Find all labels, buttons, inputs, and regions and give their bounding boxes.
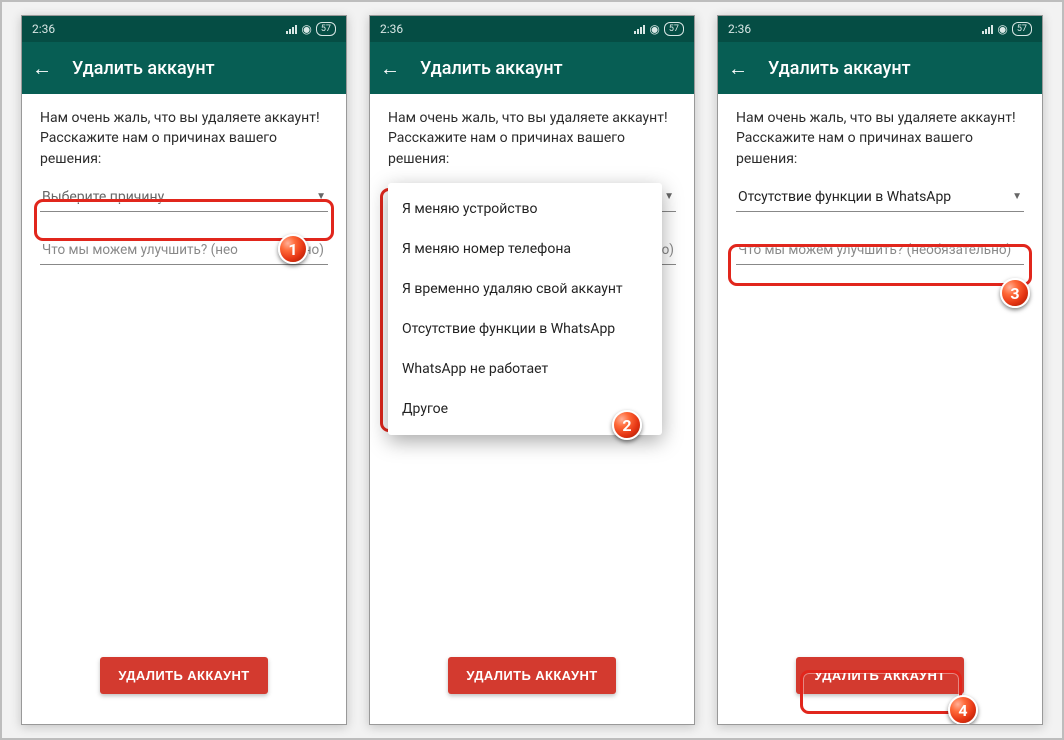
content-area: Нам очень жаль, что вы удаляете аккаунт!… <box>22 94 346 724</box>
phone-screen-3: 2:36 ◉ 57 ← Удалить аккаунт Нам очень жа… <box>717 15 1043 725</box>
reason-selected-value: Отсутствие функции в WhatsApp <box>738 189 951 205</box>
wifi-icon: ◉ <box>997 22 1007 36</box>
app-bar: ← Удалить аккаунт <box>370 42 694 94</box>
improve-input[interactable]: Что мы можем улучшить? (необязательно) <box>736 236 1024 265</box>
signal-icon <box>286 24 297 34</box>
status-bar: 2:36 ◉ 57 <box>718 16 1042 42</box>
step-badge-4: 4 <box>948 695 978 725</box>
wifi-icon: ◉ <box>301 22 311 36</box>
signal-icon <box>982 24 993 34</box>
content-area: Нам очень жаль, что вы удаляете аккаунт!… <box>370 94 694 724</box>
battery-indicator: 57 <box>1012 22 1032 36</box>
step-badge-3: 3 <box>1000 278 1030 308</box>
delete-account-button[interactable]: УДАЛИТЬ АККАУНТ <box>448 657 615 694</box>
clock-label: 2:36 <box>380 22 403 36</box>
tutorial-frame: 2:36 ◉ 57 ← Удалить аккаунт Нам очень жа… <box>0 0 1064 740</box>
phone-screen-1: 2:36 ◉ 57 ← Удалить аккаунт Нам очень жа… <box>21 15 347 725</box>
back-arrow-icon[interactable]: ← <box>380 56 400 81</box>
wifi-icon: ◉ <box>649 22 659 36</box>
reason-option[interactable]: Я временно удаляю свой аккаунт <box>388 269 662 309</box>
phone-screen-2: 2:36 ◉ 57 ← Удалить аккаунт Нам очень жа… <box>369 15 695 725</box>
battery-indicator: 57 <box>664 22 684 36</box>
reason-dropdown-menu: Я меняю устройство Я меняю номер телефон… <box>388 183 662 435</box>
reason-option[interactable]: Я меняю номер телефона <box>388 229 662 269</box>
status-right: ◉ 57 <box>286 22 336 36</box>
chevron-down-icon: ▼ <box>1012 191 1022 202</box>
content-area: Нам очень жаль, что вы удаляете аккаунт!… <box>718 94 1042 724</box>
status-right: ◉ 57 <box>634 22 684 36</box>
screen-title: Удалить аккаунт <box>72 58 215 79</box>
prompt-text: Нам очень жаль, что вы удаляете аккаунт!… <box>40 108 328 169</box>
battery-indicator: 57 <box>316 22 336 36</box>
chevron-down-icon: ▼ <box>316 191 326 202</box>
reason-dropdown[interactable]: Выберите причину ▼ <box>40 183 328 212</box>
back-arrow-icon[interactable]: ← <box>728 56 748 81</box>
reason-option[interactable]: Отсутствие функции в WhatsApp <box>388 309 662 349</box>
step-badge-2: 2 <box>612 410 642 440</box>
clock-label: 2:36 <box>728 22 751 36</box>
app-bar: ← Удалить аккаунт <box>718 42 1042 94</box>
prompt-text: Нам очень жаль, что вы удаляете аккаунт!… <box>388 108 676 169</box>
back-arrow-icon[interactable]: ← <box>32 56 52 81</box>
reason-dropdown[interactable]: Отсутствие функции в WhatsApp ▼ <box>736 183 1024 212</box>
clock-label: 2:36 <box>32 22 55 36</box>
step-badge-1: 1 <box>278 234 308 264</box>
status-bar: 2:36 ◉ 57 <box>370 16 694 42</box>
screen-title: Удалить аккаунт <box>420 58 563 79</box>
delete-account-button[interactable]: УДАЛИТЬ АККАУНТ <box>796 657 963 694</box>
delete-account-button[interactable]: УДАЛИТЬ АККАУНТ <box>100 657 267 694</box>
status-right: ◉ 57 <box>982 22 1032 36</box>
status-bar: 2:36 ◉ 57 <box>22 16 346 42</box>
screen-title: Удалить аккаунт <box>768 58 911 79</box>
signal-icon <box>634 24 645 34</box>
reason-option[interactable]: WhatsApp не работает <box>388 349 662 389</box>
improve-placeholder-part1: Что мы можем улучшить? (нео <box>42 242 238 258</box>
reason-option[interactable]: Я меняю устройство <box>388 189 662 229</box>
reason-dropdown-placeholder: Выберите причину <box>42 189 164 205</box>
app-bar: ← Удалить аккаунт <box>22 42 346 94</box>
chevron-down-icon: ▼ <box>664 191 674 202</box>
prompt-text: Нам очень жаль, что вы удаляете аккаунт!… <box>736 108 1024 169</box>
